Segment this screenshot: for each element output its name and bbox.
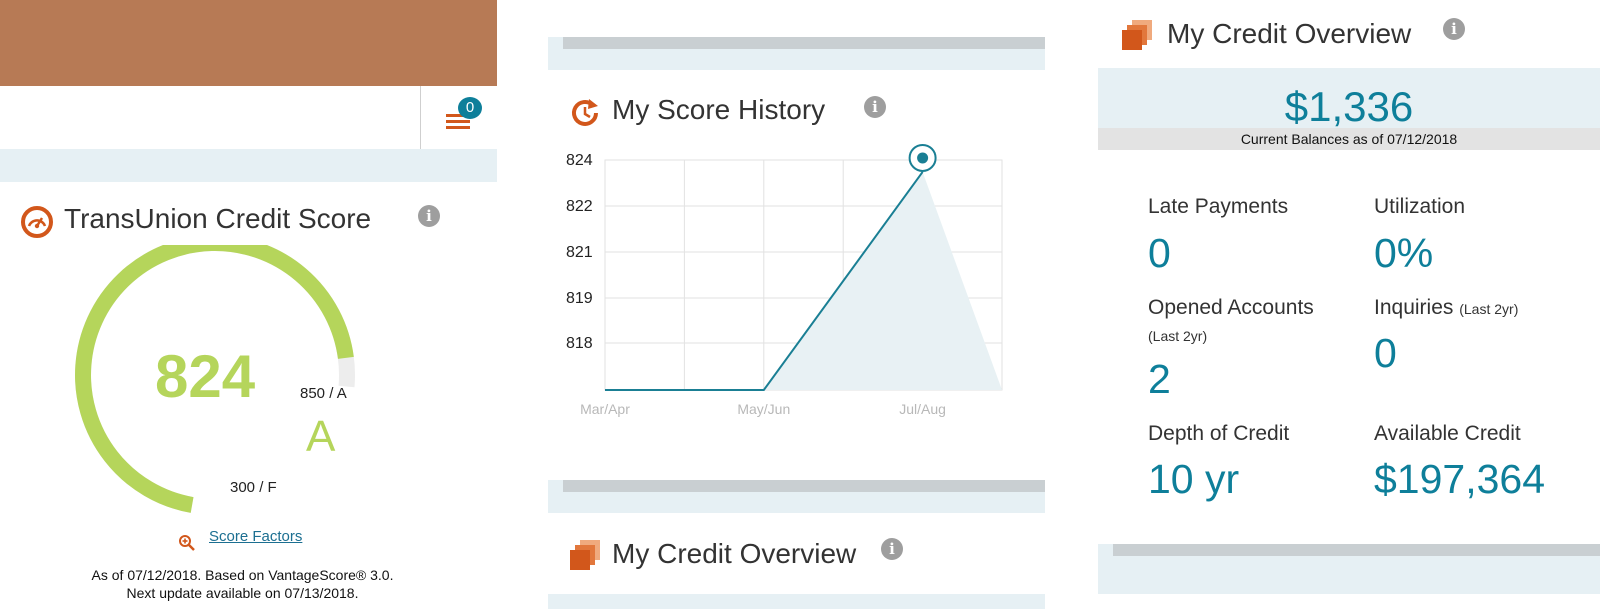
inquiries-label: Inquiries (Last 2yr) [1374,296,1518,320]
section-band [548,594,1045,609]
info-icon[interactable]: i [418,205,440,227]
overview-icon [1120,18,1154,52]
balance-caption: Current Balances as of 07/12/2018 [1240,131,1458,147]
late-payments-label: Late Payments [1148,195,1289,218]
min-score-label: 300 / F [230,479,277,496]
score-grade: A [306,412,336,461]
late-payments-value: 0 [1148,230,1171,276]
score-footnote: As of 07/12/2018. Based on VantageScore®… [0,566,485,602]
x-tick-label: Mar/Apr [580,401,630,417]
notification-badge[interactable]: 0 [458,97,482,119]
inquiries-sub: (Last 2yr) [1459,301,1519,317]
depth-of-credit-value: 10 yr [1148,456,1240,502]
utilization-value: 0% [1374,230,1434,276]
opened-accounts-label: Opened Accounts [1148,296,1314,319]
credit-overview-panel: My Credit Overview i $1,336 Current Bala… [1098,0,1600,609]
credit-score-title: TransUnion Credit Score [64,203,372,234]
available-credit-label: Available Credit [1374,422,1521,445]
divider-bar [563,37,1045,49]
score-point [917,152,929,164]
score-area [763,171,1002,390]
credit-overview-title: My Credit Overview [1167,18,1412,49]
info-icon[interactable]: i [881,538,903,560]
opened-accounts-sub: (Last 2yr) [1148,328,1208,344]
divider-bar [563,480,1045,492]
credit-overview-title: My Credit Overview [612,538,857,569]
opened-accounts-value: 2 [1148,356,1171,402]
balance-value: $1,336 [1284,83,1414,130]
nav-divider [420,86,421,149]
y-tick-label: 824 [566,152,593,169]
footnote-line-2: Next update available on 07/13/2018. [126,585,359,601]
top-nav [0,86,497,149]
score-value: 824 [155,343,256,410]
x-tick-label: May/Jun [737,401,790,417]
inquiries-label-text: Inquiries [1374,296,1454,319]
divider-bar [1113,544,1600,556]
y-tick-label: 818 [566,335,593,352]
info-icon[interactable]: i [1443,18,1465,40]
history-icon [568,96,602,130]
available-credit-value: $197,364 [1374,456,1546,502]
y-tick-label: 821 [566,244,593,261]
y-tick-label: 822 [566,198,593,215]
footnote-line-1: As of 07/12/2018. Based on VantageScore®… [91,567,394,583]
depth-of-credit-label: Depth of Credit [1148,422,1290,445]
overview-icon [568,538,602,572]
credit-score-panel: 0 TransUnion Credit Score i 824 A 850 / … [0,0,497,609]
inquiries-value: 0 [1374,330,1397,376]
gauge-icon [20,205,54,239]
x-tick-label: Jul/Aug [899,401,946,417]
info-icon[interactable]: i [864,96,886,118]
score-factors-link[interactable]: Score Factors [209,528,302,545]
score-history-chart: 824 822 821 819 818 Mar/Apr May/Jun Jul/Aug [566,143,1003,417]
zoom-icon [178,534,196,552]
section-band [0,149,497,182]
score-history-panel: My Score History i 824 822 821 819 818 Mar/Ap… [548,0,1045,609]
max-score-label: 850 / A [300,385,347,402]
y-tick-label: 819 [566,290,593,307]
utilization-label: Utilization [1374,195,1466,218]
header-bar [0,0,497,86]
score-history-title: My Score History [612,94,826,125]
